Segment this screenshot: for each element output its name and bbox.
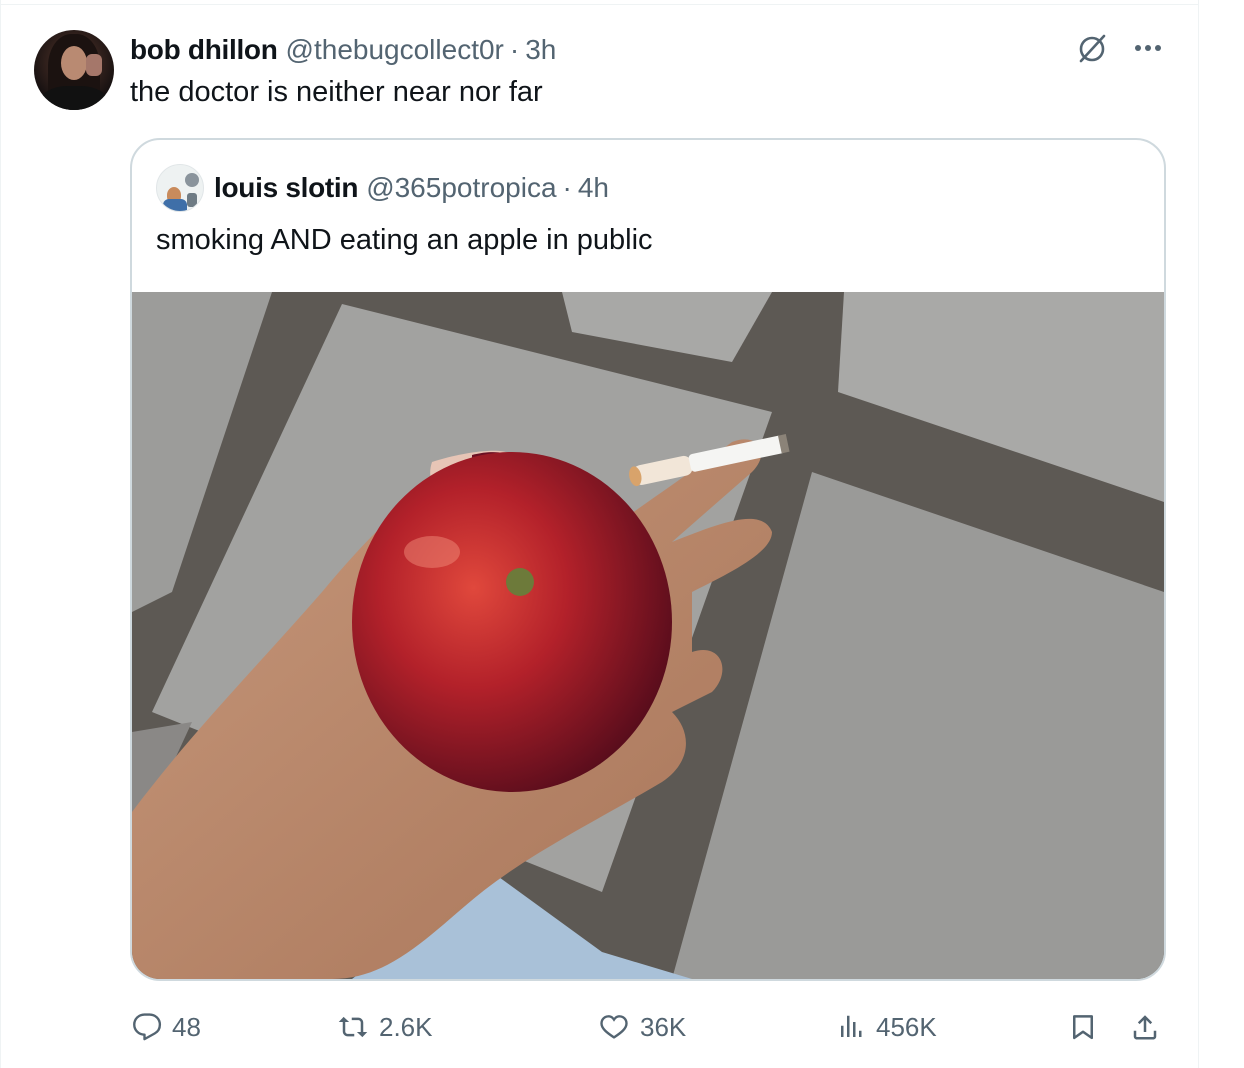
retweet-icon — [338, 1016, 368, 1038]
quoted-author-avatar[interactable] — [156, 164, 204, 212]
quoted-header-separator: · — [562, 172, 572, 203]
views-count: 456K — [876, 1011, 937, 1042]
quoted-tweet-timestamp[interactable]: 4h — [578, 172, 609, 204]
reply-count: 48 — [172, 1011, 201, 1042]
retweet-button[interactable]: 2.6K — [337, 1004, 433, 1050]
retweet-count: 2.6K — [379, 1011, 433, 1042]
tweet-timestamp[interactable]: 3h — [525, 34, 556, 66]
grok-slash-circle-icon[interactable] — [1074, 31, 1110, 67]
views-button[interactable]: 456K — [836, 1004, 937, 1050]
reply-button[interactable]: 48 — [132, 1004, 201, 1050]
share-icon — [1133, 1015, 1157, 1040]
tweet[interactable]: bob dhillon @thebugcollect0r · 3h the do… — [0, 0, 1198, 1068]
quoted-author-name[interactable]: louis slotin — [214, 172, 358, 204]
quoted-tweet-header: louis slotin @365potropica · 4h — [214, 170, 609, 206]
heart-icon — [600, 1015, 628, 1039]
author-avatar[interactable] — [34, 30, 114, 110]
analytics-icon — [841, 1015, 862, 1037]
header-separator: · — [509, 34, 520, 65]
reply-icon — [133, 1013, 162, 1041]
quoted-tweet-text: smoking AND eating an apple in public — [156, 224, 653, 256]
bookmark-icon — [1073, 1015, 1093, 1040]
tweet-text: the doctor is neither near nor far — [130, 76, 543, 108]
author-name[interactable]: bob dhillon — [130, 34, 278, 66]
like-count: 36K — [640, 1011, 687, 1042]
share-button[interactable] — [1130, 1004, 1160, 1050]
more-horizontal-icon[interactable] — [1128, 30, 1168, 66]
quoted-tweet-photo[interactable] — [132, 292, 1164, 979]
like-button[interactable]: 36K — [598, 1004, 686, 1050]
tweet-header: bob dhillon @thebugcollect0r · 3h — [130, 32, 556, 68]
timeline-right-border — [1198, 0, 1199, 1068]
bookmark-button[interactable] — [1068, 1004, 1098, 1050]
quoted-author-handle[interactable]: @365potropica — [366, 172, 556, 204]
tweet-actions-bar: 48 2.6K 36K 456K — [130, 1004, 1170, 1050]
author-handle[interactable]: @thebugcollect0r — [286, 34, 504, 66]
quoted-tweet[interactable]: louis slotin @365potropica · 4h smoking … — [130, 138, 1166, 981]
